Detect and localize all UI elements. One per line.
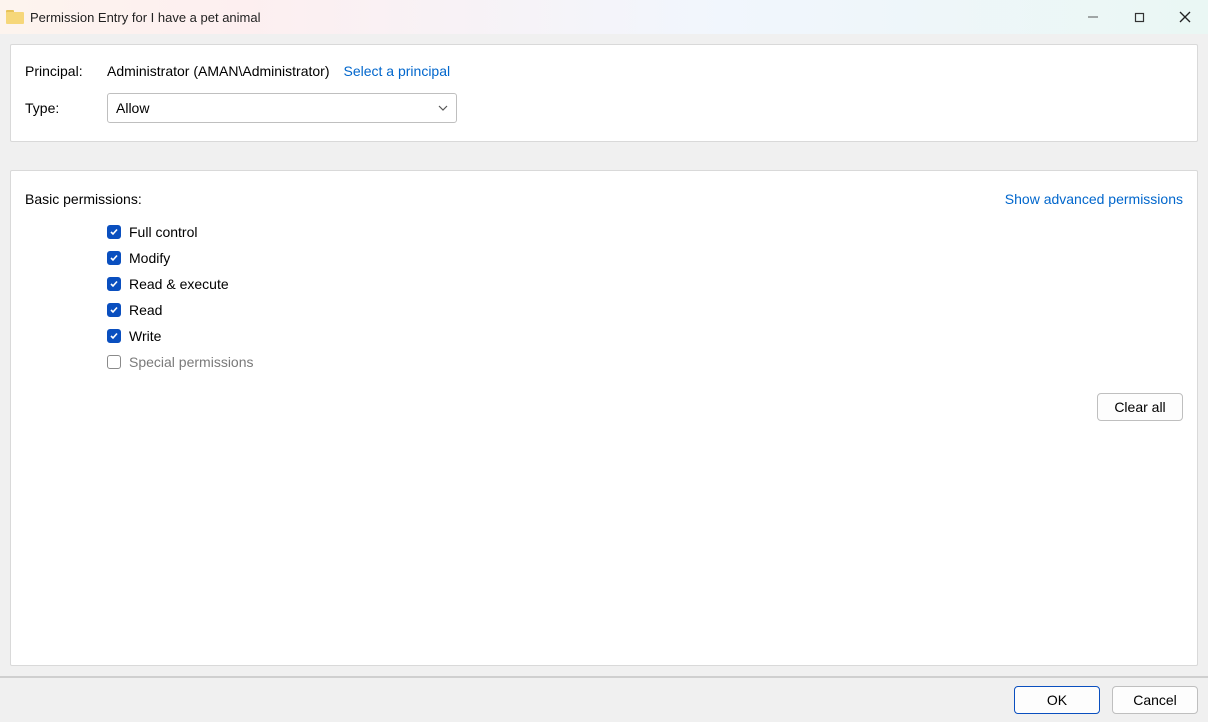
chevron-down-icon	[438, 103, 448, 114]
permission-row: Read	[107, 297, 1183, 323]
show-advanced-permissions-link[interactable]: Show advanced permissions	[1005, 191, 1183, 207]
window-controls	[1070, 0, 1208, 34]
type-select-value: Allow	[116, 100, 149, 116]
principal-label: Principal:	[25, 63, 107, 79]
permission-checkbox[interactable]	[107, 329, 121, 343]
permission-row: Read & execute	[107, 271, 1183, 297]
permissions-header: Basic permissions: Show advanced permiss…	[25, 191, 1183, 207]
permission-checkbox	[107, 355, 121, 369]
permission-label: Special permissions	[129, 354, 254, 370]
principal-row: Principal: Administrator (AMAN\Administr…	[25, 63, 1183, 79]
permission-label: Modify	[129, 250, 170, 266]
close-button[interactable]	[1162, 0, 1208, 34]
permission-checkbox[interactable]	[107, 277, 121, 291]
type-select[interactable]: Allow	[107, 93, 457, 123]
folder-icon	[6, 10, 24, 24]
content-area: Principal: Administrator (AMAN\Administr…	[0, 34, 1208, 676]
permission-row: Write	[107, 323, 1183, 349]
select-principal-link[interactable]: Select a principal	[344, 63, 451, 79]
basic-permissions-label: Basic permissions:	[25, 191, 142, 207]
ok-button[interactable]: OK	[1014, 686, 1100, 714]
permission-label: Read	[129, 302, 162, 318]
minimize-button[interactable]	[1070, 0, 1116, 34]
titlebar: Permission Entry for I have a pet animal	[0, 0, 1208, 34]
clear-all-button[interactable]: Clear all	[1097, 393, 1183, 421]
window-title: Permission Entry for I have a pet animal	[30, 10, 261, 25]
permission-checkbox[interactable]	[107, 303, 121, 317]
permission-label: Write	[129, 328, 161, 344]
permissions-panel: Basic permissions: Show advanced permiss…	[10, 170, 1198, 666]
permission-checkbox[interactable]	[107, 225, 121, 239]
permission-label: Full control	[129, 224, 197, 240]
permission-label: Read & execute	[129, 276, 229, 292]
permission-row: Special permissions	[107, 349, 1183, 375]
maximize-button[interactable]	[1116, 0, 1162, 34]
principal-value: Administrator (AMAN\Administrator)	[107, 63, 330, 79]
clear-all-wrap: Clear all	[25, 393, 1183, 421]
permission-row: Modify	[107, 245, 1183, 271]
permissions-checklist: Full control Modify Read & execute Read Writ…	[107, 219, 1183, 375]
principal-panel: Principal: Administrator (AMAN\Administr…	[10, 44, 1198, 142]
type-row: Type: Allow	[25, 93, 1183, 123]
type-label: Type:	[25, 100, 107, 116]
footer: OK Cancel	[0, 678, 1208, 722]
cancel-button[interactable]: Cancel	[1112, 686, 1198, 714]
permission-row: Full control	[107, 219, 1183, 245]
permission-checkbox[interactable]	[107, 251, 121, 265]
